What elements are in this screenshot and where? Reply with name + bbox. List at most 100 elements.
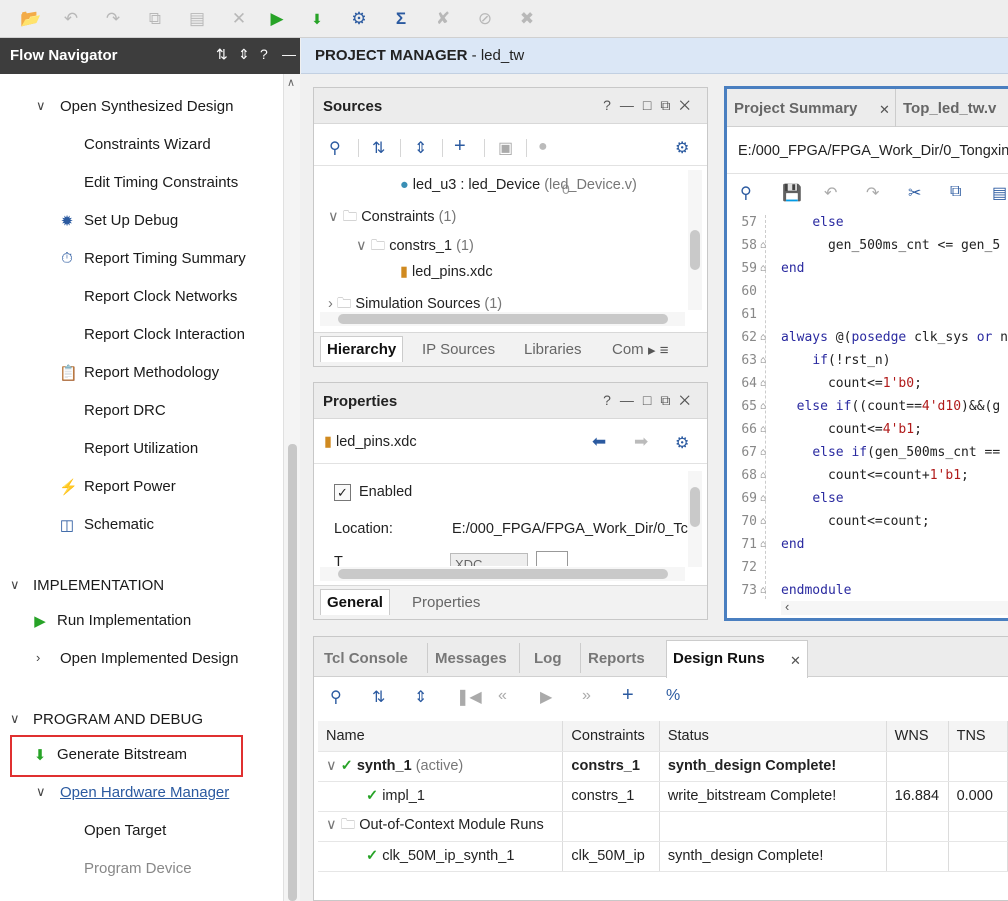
open-project-icon[interactable]: 📂 [18,6,44,32]
add-icon[interactable]: + [454,135,466,158]
fold-marker-icon[interactable]: ⌂ [760,470,766,481]
fold-marker-icon[interactable]: ⌂ [760,263,766,274]
tab-log[interactable]: Log [534,637,562,677]
report-power[interactable]: Report Power [84,478,176,495]
delete-icon[interactable]: ✕ [226,6,252,32]
open-target[interactable]: Open Target [84,822,166,839]
tab-compile-order[interactable]: Com [612,341,644,358]
tab-properties[interactable]: Properties [412,594,480,611]
scrollbar-thumb[interactable] [338,314,668,324]
code-line[interactable]: 69 ⌂ else [727,491,1008,514]
redo-icon[interactable]: ↷ [866,183,879,203]
chevron-down-icon[interactable]: ∨ [326,817,337,833]
run-implementation[interactable]: Run Implementation [57,612,191,629]
generate-bitstream-icon[interactable]: ⬇ [304,6,330,32]
column-wns[interactable]: WNS [886,721,949,752]
settings-icon[interactable]: ⚙ [675,433,689,453]
code-line[interactable]: 57 else [727,215,1008,238]
code-line[interactable]: 64 ⌂ count<=1'b0; [727,376,1008,399]
column-constraints[interactable]: Constraints [562,721,660,752]
enabled-checkbox[interactable]: ✓ [334,484,351,501]
open-implemented-design[interactable]: Open Implemented Design [60,650,238,667]
code-line[interactable]: 71 ⌂ end [727,537,1008,560]
code-line[interactable]: 67 ⌂ else if(gen_500ms_cnt == [727,445,1008,468]
tree-item-led-u3[interactable]: ● led_u3 : led_Device (led_Device.v) [400,177,637,193]
sources-vscroll[interactable] [688,170,702,310]
collapse-all-icon[interactable]: ⇅ [372,687,385,707]
code-line[interactable]: 70 ⌂ count<=count; [727,514,1008,537]
settings-icon[interactable]: ⚙ [346,6,372,32]
table-row[interactable]: ∨ ✓ synth_1 (active) constrs_1 synth_des… [318,751,1008,782]
constraints-wizard[interactable]: Constraints Wizard [84,136,211,153]
fold-marker-icon[interactable]: ⌂ [760,332,766,343]
chevron-right-icon[interactable]: › [328,296,333,312]
code-line[interactable]: 63 ⌂ if(!rst_n) [727,353,1008,376]
expand-all-icon[interactable]: ⇕ [414,138,427,158]
collapse-all-icon[interactable]: ⇅ [216,46,228,63]
redo-icon[interactable]: ↷ [100,6,126,32]
editor-hscroll[interactable]: ‹ [781,599,1008,615]
cancel-icon[interactable]: ✘ [430,6,456,32]
search-icon[interactable]: ⚲ [329,138,341,158]
tab-project-summary[interactable]: Project Summary [734,89,857,127]
code-line[interactable]: 58 ⌂ gen_500ms_cnt <= gen_5 [727,238,1008,261]
fold-marker-icon[interactable]: ⌂ [760,516,766,527]
report-timing-summary[interactable]: Report Timing Summary [84,250,246,267]
sources-hscroll[interactable] [320,312,685,326]
search-icon[interactable]: ⚲ [740,183,752,203]
section-program-debug[interactable]: PROGRAM AND DEBUG [33,711,203,728]
report-methodology[interactable]: Report Methodology [84,364,219,381]
edit-timing-constraints[interactable]: Edit Timing Constraints [84,174,238,191]
chevron-right-icon[interactable]: › [36,650,40,665]
undo-icon[interactable]: ↶ [824,183,837,203]
scroll-up-icon[interactable]: ∧ [287,76,295,89]
code-line[interactable]: 61 [727,307,1008,330]
expand-all-icon[interactable]: ⇕ [414,687,427,707]
tree-item-led-pins-xdc[interactable]: ▮ led_pins.xdc [400,264,493,280]
code-line[interactable]: 72 [727,560,1008,583]
fold-marker-icon[interactable]: ⌂ [760,447,766,458]
table-row[interactable]: ✓ impl_1 constrs_1 write_bitstream Compl… [318,781,1008,812]
flow-navigator-scrollbar[interactable]: ∧ [283,74,300,901]
chevron-down-icon[interactable]: ∨ [36,98,46,114]
report-clock-interaction[interactable]: Report Clock Interaction [84,326,245,343]
panel-window-controls[interactable]: ?—□⧉✕ [603,392,699,409]
back-arrow-icon[interactable]: ⬅ [592,432,606,452]
chevron-down-icon[interactable]: ∨ [328,209,339,225]
stop-icon[interactable]: ✖ [514,6,540,32]
copy-icon[interactable]: ⧉ [142,6,168,32]
help-icon[interactable]: ? [260,46,268,62]
open-hardware-manager[interactable]: Open Hardware Manager [60,784,229,801]
properties-vscroll[interactable] [688,471,702,567]
close-icon[interactable]: ✕ [790,653,801,669]
type-button[interactable] [536,551,568,566]
report-clock-networks[interactable]: Report Clock Networks [84,288,237,305]
chevron-down-icon[interactable]: ∨ [356,238,367,254]
generate-bitstream[interactable]: Generate Bitstream [57,746,187,763]
scrollbar-thumb[interactable] [690,230,700,270]
column-status[interactable]: Status [659,721,887,752]
tab-design-runs[interactable]: Design Runs [673,637,765,677]
tab-libraries[interactable]: Libraries [524,341,582,358]
tab-top-led-tw[interactable]: Top_led_tw.v [903,89,996,127]
properties-hscroll[interactable] [320,567,685,581]
minimize-icon[interactable]: — [282,46,296,62]
chevron-down-icon[interactable]: ∨ [10,577,20,593]
tab-messages[interactable]: Messages [435,637,507,677]
report-utilization[interactable]: Report Utilization [84,440,198,457]
save-icon[interactable]: 💾 [782,183,802,203]
fold-marker-icon[interactable]: ⌂ [760,493,766,504]
first-icon[interactable]: ❚◀ [456,687,482,707]
search-icon[interactable]: ⚲ [330,687,342,707]
code-line[interactable]: 66 ⌂ count<=4'b1; [727,422,1008,445]
tab-hierarchy[interactable]: Hierarchy [320,336,404,362]
scrollbar-thumb[interactable] [338,569,668,579]
program-device[interactable]: Program Device [84,860,192,877]
report-drc[interactable]: Report DRC [84,402,166,419]
previous-icon[interactable]: « [498,687,507,705]
column-tns[interactable]: TNS [948,721,1008,752]
fold-marker-icon[interactable]: ⌂ [760,585,766,596]
panel-window-controls[interactable]: ?—□⧉✕ [603,97,699,114]
scroll-left-icon[interactable]: ‹ [785,599,789,614]
percent-icon[interactable]: % [666,687,680,705]
